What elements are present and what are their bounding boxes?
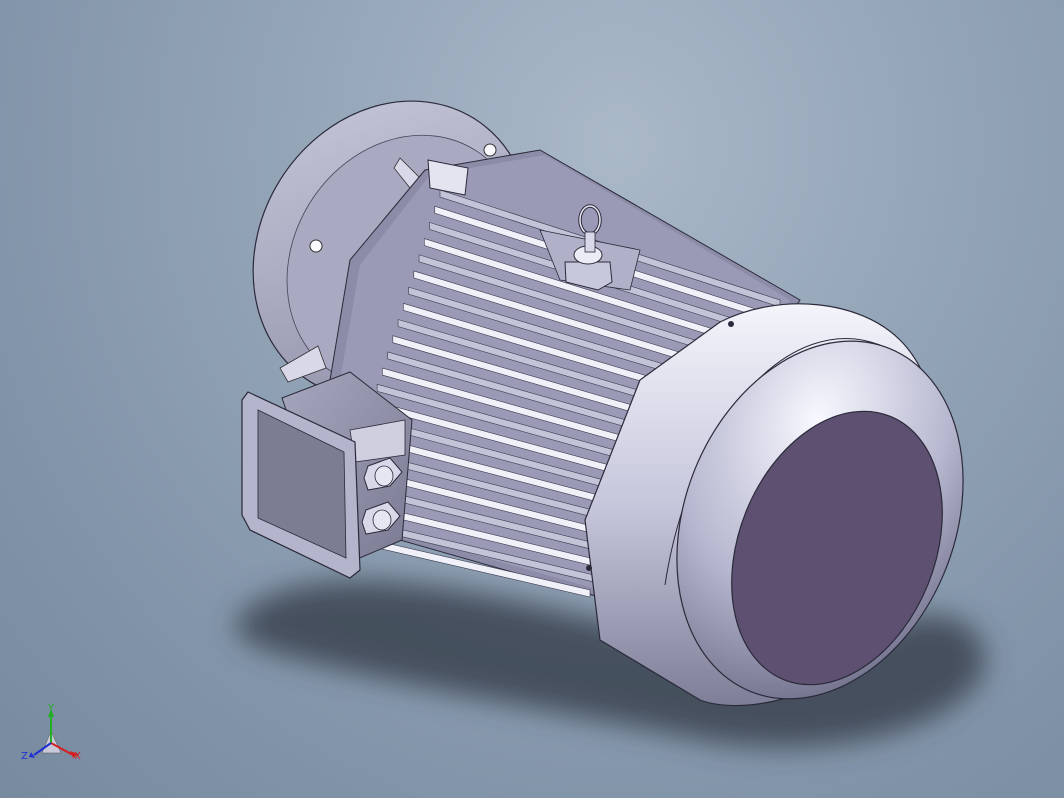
screw bbox=[728, 321, 734, 327]
graphics-viewport[interactable]: Y X Z bbox=[0, 0, 1064, 798]
x-axis-label: X bbox=[74, 751, 81, 762]
coordinate-triad: Y X Z bbox=[18, 703, 88, 773]
y-axis-label: Y bbox=[47, 703, 55, 714]
motor-3d-model[interactable] bbox=[0, 0, 1064, 798]
z-axis-label: Z bbox=[21, 751, 28, 762]
bolt-hole bbox=[309, 239, 323, 253]
bolt-hole bbox=[483, 143, 497, 157]
screw bbox=[586, 565, 592, 571]
